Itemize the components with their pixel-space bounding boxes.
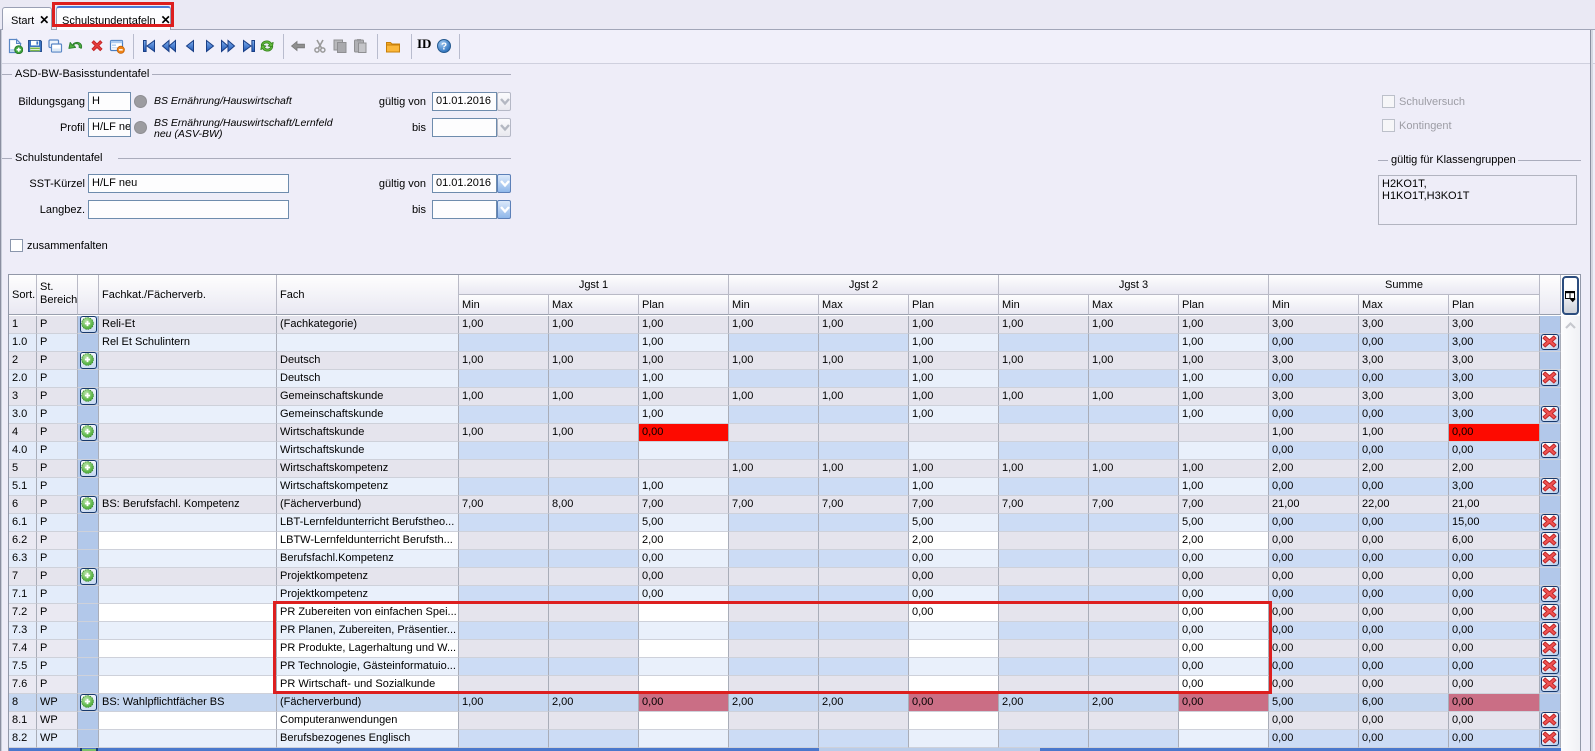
svg-text:?: ?: [441, 42, 447, 53]
